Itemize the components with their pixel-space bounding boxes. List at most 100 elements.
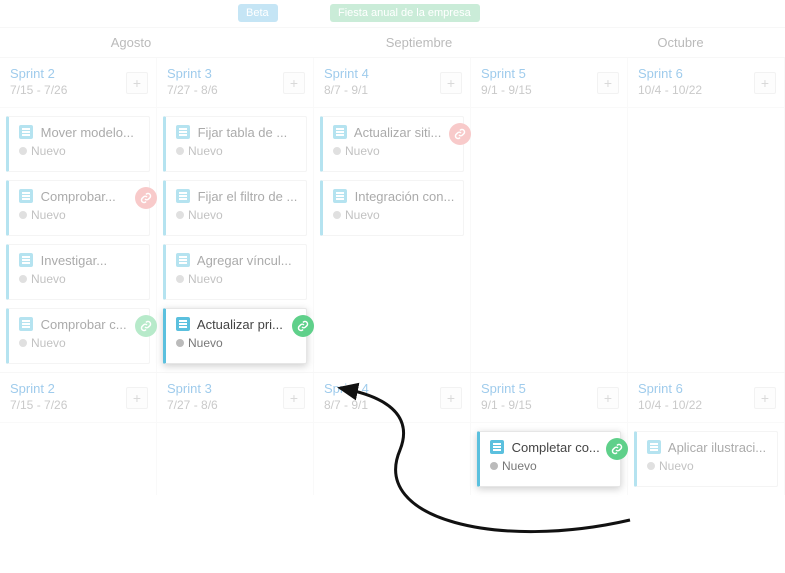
add-item-button[interactable]: + [283,72,305,94]
card-title: Actualizar siti... [333,125,455,140]
status-dot-icon [19,211,27,219]
card-status: Nuevo [333,208,455,222]
card-status: Nuevo [647,459,769,473]
swimlane-bottom: Sprint 27/15 - 7/26+Sprint 37/27 - 8/6+S… [0,372,785,495]
sprint-header: Sprint 59/1 - 9/15+ [471,373,627,423]
status-dot-icon [176,275,184,283]
sprint-column: Sprint 37/27 - 8/6+ [157,373,314,495]
work-item-icon [19,253,33,267]
sprint-header: Sprint 610/4 - 10/22+ [628,373,784,423]
work-item-card[interactable]: Agregar víncul...Nuevo [163,244,307,300]
sprint-column: Sprint 610/4 - 10/22+ [628,58,785,372]
month-september: Septiembre [262,28,576,57]
card-title: Investigar... [19,253,141,268]
dependency-link-icon[interactable] [135,315,157,337]
card-status: Nuevo [176,208,298,222]
milestone-fiesta[interactable]: Fiesta anual de la empresa [330,4,480,22]
work-item-card[interactable]: Fijar el filtro de ... Nuevo [163,180,307,236]
work-item-icon [19,125,33,139]
work-item-card[interactable]: Actualizar pri... Nuevo [163,308,307,364]
sprint-column: Sprint 27/15 - 7/26+ [0,373,157,495]
sprint-column: Sprint 27/15 - 7/26+ Mover modelo...Nuev… [0,58,157,372]
status-dot-icon [19,275,27,283]
card-status: Nuevo [333,144,455,158]
month-header: Agosto Septiembre Octubre [0,28,785,58]
add-item-button[interactable]: + [597,387,619,409]
sprint-header: Sprint 37/27 - 8/6+ [157,373,313,423]
add-item-button[interactable]: + [754,387,776,409]
work-item-card[interactable]: Integración con... Nuevo [320,180,464,236]
dependency-link-icon[interactable] [449,123,471,145]
sprint-column: Sprint 59/1 - 9/15+ Completar co... Nuevo [471,373,628,495]
work-item-icon [647,440,661,454]
work-item-icon [19,189,33,203]
card-title: Actualizar pri... [176,317,298,332]
board: Beta Fiesta anual de la empresa Agosto S… [0,0,785,495]
add-item-button[interactable]: + [597,72,619,94]
sprint-header: Sprint 610/4 - 10/22+ [628,58,784,108]
status-dot-icon [333,147,341,155]
sprint-column: Sprint 48/7 - 9/1+ Actualizar siti... Nue… [314,58,471,372]
work-item-card[interactable]: Aplicar ilustraci... Nuevo [634,431,778,487]
month-october: Octubre [576,28,785,57]
card-status: Nuevo [490,459,612,473]
sprint-column: Sprint 610/4 - 10/22+ Aplicar ilustraci.… [628,373,785,495]
status-dot-icon [333,211,341,219]
card-status: Nuevo [176,336,298,350]
status-dot-icon [19,339,27,347]
work-item-card[interactable]: Comprobar c... Nuevo [6,308,150,364]
card-title: Integración con... [333,189,455,204]
card-status: Nuevo [19,272,141,286]
sprint-header: Sprint 48/7 - 9/1+ [314,58,470,108]
sprint-header: Sprint 37/27 - 8/6+ [157,58,313,108]
work-item-card[interactable]: Investigar... Nuevo [6,244,150,300]
add-item-button[interactable]: + [754,72,776,94]
work-item-card[interactable]: Mover modelo...Nuevo [6,116,150,172]
status-dot-icon [176,147,184,155]
add-item-button[interactable]: + [440,72,462,94]
work-item-card[interactable]: Comprobar... Nuevo [6,180,150,236]
sprint-column: Sprint 37/27 - 8/6+ Fijar tabla de ... Nu… [157,58,314,372]
work-item-icon [490,440,504,454]
card-status: Nuevo [19,144,141,158]
card-status: Nuevo [176,144,298,158]
status-dot-icon [176,339,184,347]
work-item-icon [333,125,347,139]
card-title: Aplicar ilustraci... [647,440,769,455]
sprint-header: Sprint 48/7 - 9/1+ [314,373,470,423]
card-title: Comprobar... [19,189,141,204]
card-status: Nuevo [19,336,141,350]
card-title: Fijar el filtro de ... [176,189,298,204]
dependency-link-icon[interactable] [135,187,157,209]
work-item-icon [19,317,33,331]
add-item-button[interactable]: + [126,387,148,409]
work-item-icon [176,253,190,267]
add-item-button[interactable]: + [440,387,462,409]
work-item-icon [176,125,190,139]
status-dot-icon [490,462,498,470]
card-title: Comprobar c... [19,317,141,332]
add-item-button[interactable]: + [126,72,148,94]
work-item-card[interactable]: Actualizar siti... Nuevo [320,116,464,172]
work-item-icon [333,189,347,203]
status-dot-icon [647,462,655,470]
status-dot-icon [19,147,27,155]
card-title: Fijar tabla de ... [176,125,298,140]
status-dot-icon [176,211,184,219]
dependency-link-icon[interactable] [292,315,314,337]
add-item-button[interactable]: + [283,387,305,409]
card-title: Agregar víncul... [176,253,298,268]
work-item-card[interactable]: Fijar tabla de ... Nuevo [163,116,307,172]
milestone-beta[interactable]: Beta [238,4,278,22]
month-august: Agosto [0,28,262,57]
sprint-header: Sprint 27/15 - 7/26+ [0,58,156,108]
work-item-card[interactable]: Completar co... Nuevo [477,431,621,487]
sprint-column: Sprint 48/7 - 9/1+ [314,373,471,495]
card-title: Completar co... [490,440,612,455]
work-item-icon [176,189,190,203]
sprint-header: Sprint 59/1 - 9/15+ [471,58,627,108]
milestone-row: Beta Fiesta anual de la empresa [0,0,785,28]
card-status: Nuevo [19,208,141,222]
dependency-link-icon[interactable] [606,438,628,460]
sprint-header: Sprint 27/15 - 7/26+ [0,373,156,423]
